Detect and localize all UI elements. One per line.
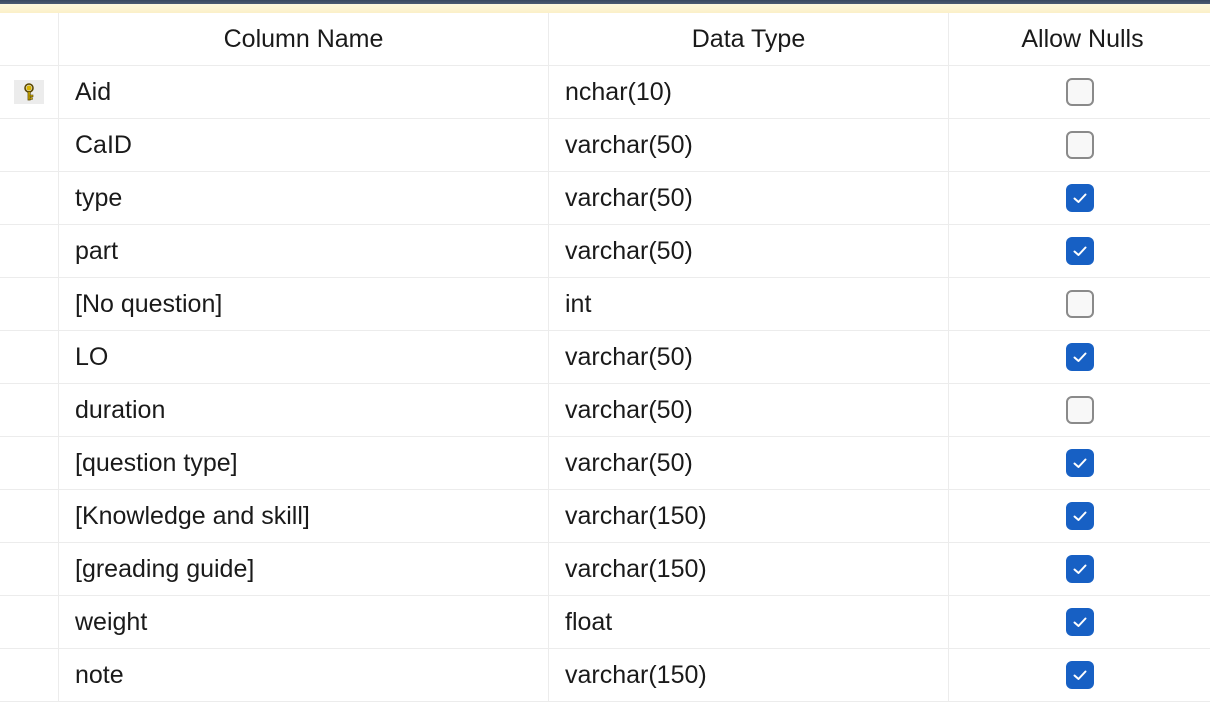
allow-nulls-cell [948, 543, 1210, 595]
allow-nulls-cell [948, 66, 1210, 118]
data-type-cell[interactable]: varchar(150) [548, 649, 948, 701]
allow-nulls-checkbox[interactable] [1065, 131, 1094, 159]
table-row[interactable]: [question type] varchar(50) [0, 437, 1210, 490]
table-row[interactable]: part varchar(50) [0, 225, 1210, 278]
column-name-cell[interactable]: [greading guide] [58, 543, 548, 595]
table-row[interactable]: [No question] int [0, 278, 1210, 331]
checkmark-icon [1073, 670, 1086, 680]
column-name-cell[interactable]: Aid [58, 66, 548, 118]
column-name-cell[interactable]: type [58, 172, 548, 224]
column-name-cell[interactable]: note [58, 649, 548, 701]
row-selector[interactable] [0, 384, 58, 436]
checkmark-icon [1073, 458, 1086, 468]
allow-nulls-cell [948, 490, 1210, 542]
row-selector[interactable] [0, 225, 58, 277]
data-type-cell[interactable]: int [548, 278, 948, 330]
row-selector[interactable] [0, 437, 58, 489]
allow-nulls-checkbox[interactable] [1065, 555, 1094, 583]
table-row[interactable]: note varchar(150) [0, 649, 1210, 702]
allow-nulls-cell [948, 596, 1210, 648]
allow-nulls-checkbox[interactable] [1065, 608, 1094, 636]
allow-nulls-header[interactable]: Allow Nulls [948, 13, 1210, 65]
data-type-cell[interactable]: varchar(50) [548, 225, 948, 277]
allow-nulls-checkbox[interactable] [1065, 184, 1094, 212]
data-type-cell[interactable]: varchar(50) [548, 172, 948, 224]
allow-nulls-cell [948, 331, 1210, 383]
allow-nulls-cell [948, 225, 1210, 277]
data-type-cell[interactable]: nchar(10) [548, 66, 948, 118]
column-name-cell[interactable]: part [58, 225, 548, 277]
key-icon [14, 80, 44, 104]
column-name-header[interactable]: Column Name [58, 13, 548, 65]
allow-nulls-checkbox[interactable] [1065, 396, 1094, 424]
row-selector[interactable] [0, 543, 58, 595]
data-type-cell[interactable]: varchar(50) [548, 384, 948, 436]
column-name-cell[interactable]: LO [58, 331, 548, 383]
allow-nulls-cell [948, 384, 1210, 436]
data-type-cell[interactable]: float [548, 596, 948, 648]
allow-nulls-checkbox[interactable] [1065, 78, 1094, 106]
table-row[interactable]: weight float [0, 596, 1210, 649]
table-row[interactable]: [greading guide] varchar(150) [0, 543, 1210, 596]
checkmark-icon [1073, 564, 1086, 574]
allow-nulls-cell [948, 649, 1210, 701]
checkmark-icon [1073, 193, 1086, 203]
table-row[interactable]: LO varchar(50) [0, 331, 1210, 384]
table-row[interactable]: duration varchar(50) [0, 384, 1210, 437]
data-type-cell[interactable]: varchar(150) [548, 490, 948, 542]
allow-nulls-checkbox[interactable] [1065, 661, 1094, 689]
row-selector[interactable] [0, 119, 58, 171]
allow-nulls-cell [948, 437, 1210, 489]
allow-nulls-checkbox[interactable] [1065, 343, 1094, 371]
checkmark-icon [1073, 246, 1086, 256]
allow-nulls-checkbox[interactable] [1065, 502, 1094, 530]
allow-nulls-cell [948, 172, 1210, 224]
grid-header-row: Column Name Data Type Allow Nulls [0, 13, 1210, 66]
data-type-cell[interactable]: varchar(50) [548, 437, 948, 489]
column-name-cell[interactable]: [Knowledge and skill] [58, 490, 548, 542]
row-selector[interactable] [0, 278, 58, 330]
column-name-cell[interactable]: CaID [58, 119, 548, 171]
row-selector-header [0, 13, 58, 65]
allow-nulls-checkbox[interactable] [1065, 449, 1094, 477]
table-row[interactable]: Aid nchar(10) [0, 66, 1210, 119]
data-type-cell[interactable]: varchar(50) [548, 331, 948, 383]
checkmark-icon [1073, 511, 1086, 521]
checkmark-icon [1073, 617, 1086, 627]
allow-nulls-checkbox[interactable] [1065, 237, 1094, 265]
column-name-cell[interactable]: weight [58, 596, 548, 648]
top-border-bar [0, 0, 1210, 13]
allow-nulls-checkbox[interactable] [1065, 290, 1094, 318]
row-selector[interactable] [0, 490, 58, 542]
table-row[interactable]: [Knowledge and skill] varchar(150) [0, 490, 1210, 543]
column-name-cell[interactable]: [question type] [58, 437, 548, 489]
row-selector[interactable] [0, 331, 58, 383]
checkmark-icon [1073, 352, 1086, 362]
table-row[interactable]: CaID varchar(50) [0, 119, 1210, 172]
column-name-cell[interactable]: duration [58, 384, 548, 436]
allow-nulls-cell [948, 119, 1210, 171]
row-selector[interactable] [0, 649, 58, 701]
table-row[interactable]: type varchar(50) [0, 172, 1210, 225]
row-selector[interactable] [0, 596, 58, 648]
data-type-header[interactable]: Data Type [548, 13, 948, 65]
data-type-cell[interactable]: varchar(50) [548, 119, 948, 171]
row-selector[interactable] [0, 172, 58, 224]
data-type-cell[interactable]: varchar(150) [548, 543, 948, 595]
column-name-cell[interactable]: [No question] [58, 278, 548, 330]
row-selector[interactable] [0, 66, 58, 118]
table-designer-grid: Column Name Data Type Allow Nulls Aid nch… [0, 13, 1210, 706]
allow-nulls-cell [948, 278, 1210, 330]
